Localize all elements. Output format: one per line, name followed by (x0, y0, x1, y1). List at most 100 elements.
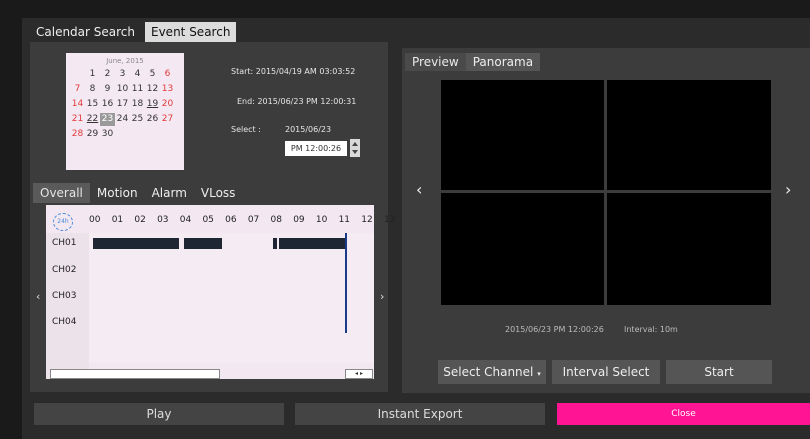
calendar-day[interactable]: 12 (145, 83, 160, 96)
tab-panorama[interactable]: Panorama (465, 53, 541, 71)
interval-select-button[interactable]: Interval Select (552, 360, 660, 384)
calendar-day[interactable]: 9 (100, 83, 115, 96)
calendar-day[interactable]: 7 (70, 83, 85, 96)
time-input[interactable]: PM 12:00:26 (285, 141, 347, 156)
calendar-empty (115, 128, 130, 141)
hour-tick: 05 (202, 215, 214, 225)
spinner-down-icon[interactable] (352, 150, 358, 154)
calendar-day[interactable]: 17 (115, 98, 130, 111)
calendar[interactable]: June, 2015 1 2 3 4 5 6 7 8 9 10 11 12 13 14 15 16 17 18 19… (66, 53, 184, 170)
calendar-row: 28 29 30 (70, 128, 175, 141)
calendar-day[interactable]: 3 (115, 68, 130, 81)
calendar-empty (160, 128, 175, 141)
start-button[interactable]: Start (666, 360, 772, 384)
timeline-grid[interactable] (89, 233, 374, 363)
end-time-label: End: 2015/06/23 PM 12:00:31 (237, 97, 357, 106)
calendar-day[interactable]: 18 (130, 98, 145, 111)
hour-tick: 11 (338, 215, 351, 225)
calendar-day[interactable]: 28 (70, 128, 85, 141)
calendar-day[interactable]: 29 (85, 128, 100, 141)
calendar-row: 21 22 23 24 25 26 27 (70, 113, 175, 126)
timeline-prev-icon[interactable]: ‹ (36, 290, 40, 303)
calendar-header[interactable]: June, 2015 (66, 57, 184, 65)
calendar-empty (130, 128, 145, 141)
calendar-day[interactable]: 16 (100, 98, 115, 111)
hour-ticks: 00 01 02 03 04 05 06 07 08 09 10 11 12 13 (89, 215, 407, 225)
calendar-day[interactable]: 22 (85, 113, 100, 126)
select-channel-button[interactable]: Select Channel ▾ (438, 360, 546, 384)
hour-tick: 00 (89, 215, 101, 225)
channel-label-column (46, 233, 89, 379)
calendar-day[interactable]: 14 (70, 98, 85, 111)
calendar-day[interactable]: 26 (145, 113, 160, 126)
event-type-tabs: Overall Motion Alarm VLoss (33, 183, 243, 203)
calendar-empty (70, 68, 85, 81)
calendar-day[interactable]: 24 (115, 113, 130, 126)
tab-motion[interactable]: Motion (89, 183, 145, 203)
hour-tick: 04 (179, 215, 192, 225)
hour-tick: 06 (225, 215, 237, 225)
calendar-day[interactable]: 21 (70, 113, 85, 126)
calendar-day[interactable]: 6 (160, 68, 175, 81)
preview-prev-icon[interactable]: ‹ (416, 180, 422, 199)
channel-label-ch03[interactable]: CH03 (52, 291, 77, 301)
close-button[interactable]: Close (557, 403, 810, 425)
timeline-header: 24h 00 01 02 03 04 05 06 07 08 09 10 11 12 13 (46, 205, 395, 235)
calendar-day[interactable]: 20 (160, 98, 175, 111)
timeline-next-icon[interactable]: › (380, 290, 384, 303)
recording-bar[interactable] (279, 238, 347, 249)
calendar-day[interactable]: 4 (130, 68, 145, 81)
tab-event-search[interactable]: Event Search (145, 22, 237, 42)
instant-export-button[interactable]: Instant Export (295, 403, 545, 425)
top-tab-bar: Calendar Search Event Search (30, 22, 240, 42)
calendar-day[interactable]: 25 (130, 113, 145, 126)
calendar-day[interactable]: 27 (160, 113, 175, 126)
channel-label-ch01[interactable]: CH01 (52, 238, 77, 248)
recording-bar[interactable] (93, 238, 179, 249)
calendar-day[interactable]: 13 (160, 83, 175, 96)
recording-bar[interactable] (184, 238, 222, 249)
calendar-day[interactable]: 10 (115, 83, 130, 96)
chevron-down-icon: ▾ (537, 370, 541, 378)
hour-tick: 10 (315, 215, 328, 225)
calendar-day[interactable]: 2 (100, 68, 115, 81)
video-divider (441, 190, 771, 193)
scroll-arrows-icon[interactable]: ◂ ▸ (345, 369, 373, 379)
recording-bar[interactable] (273, 238, 277, 249)
tab-overall[interactable]: Overall (33, 183, 90, 203)
preview-datetime: 2015/06/23 PM 12:00:26 (505, 325, 604, 334)
24h-toggle-icon[interactable]: 24h (53, 213, 73, 231)
select-channel-label: Select Channel (443, 365, 534, 379)
calendar-row: 14 15 16 17 18 19 20 (70, 98, 175, 111)
tab-calendar-search[interactable]: Calendar Search (30, 22, 141, 42)
horizontal-scrollbar[interactable] (50, 369, 220, 379)
select-date: 2015/06/23 (285, 125, 332, 134)
calendar-day[interactable]: 19 (145, 98, 160, 111)
tab-alarm[interactable]: Alarm (144, 183, 194, 203)
tab-vloss[interactable]: VLoss (193, 183, 243, 203)
hour-tick: 12 (361, 215, 373, 225)
channel-label-ch02[interactable]: CH02 (52, 265, 77, 275)
calendar-day[interactable]: 8 (85, 83, 100, 96)
calendar-row: 7 8 9 10 11 12 13 (70, 83, 175, 96)
hour-tick: 02 (134, 215, 146, 225)
start-time-label: Start: 2015/04/19 AM 03:03:52 (231, 67, 356, 76)
hour-tick: 09 (293, 215, 305, 225)
hour-tick: 01 (111, 215, 124, 225)
time-cursor[interactable] (345, 233, 347, 333)
calendar-day[interactable]: 11 (130, 83, 145, 96)
timeline[interactable]: 24h 00 01 02 03 04 05 06 07 08 09 10 11 12 13 CH01 CH… (46, 205, 395, 379)
tab-preview[interactable]: Preview (405, 53, 466, 71)
preview-next-icon[interactable]: › (785, 180, 791, 199)
calendar-day[interactable]: 23 (100, 113, 115, 126)
channel-label-ch04[interactable]: CH04 (52, 317, 77, 327)
hour-tick: 03 (157, 215, 169, 225)
spinner-up-icon[interactable] (352, 142, 358, 146)
hour-tick: 08 (270, 215, 282, 225)
time-spinner[interactable] (350, 139, 360, 157)
calendar-day[interactable]: 15 (85, 98, 100, 111)
calendar-day[interactable]: 1 (85, 68, 100, 81)
calendar-day[interactable]: 5 (145, 68, 160, 81)
calendar-day[interactable]: 30 (100, 128, 115, 141)
play-button[interactable]: Play (34, 403, 284, 425)
